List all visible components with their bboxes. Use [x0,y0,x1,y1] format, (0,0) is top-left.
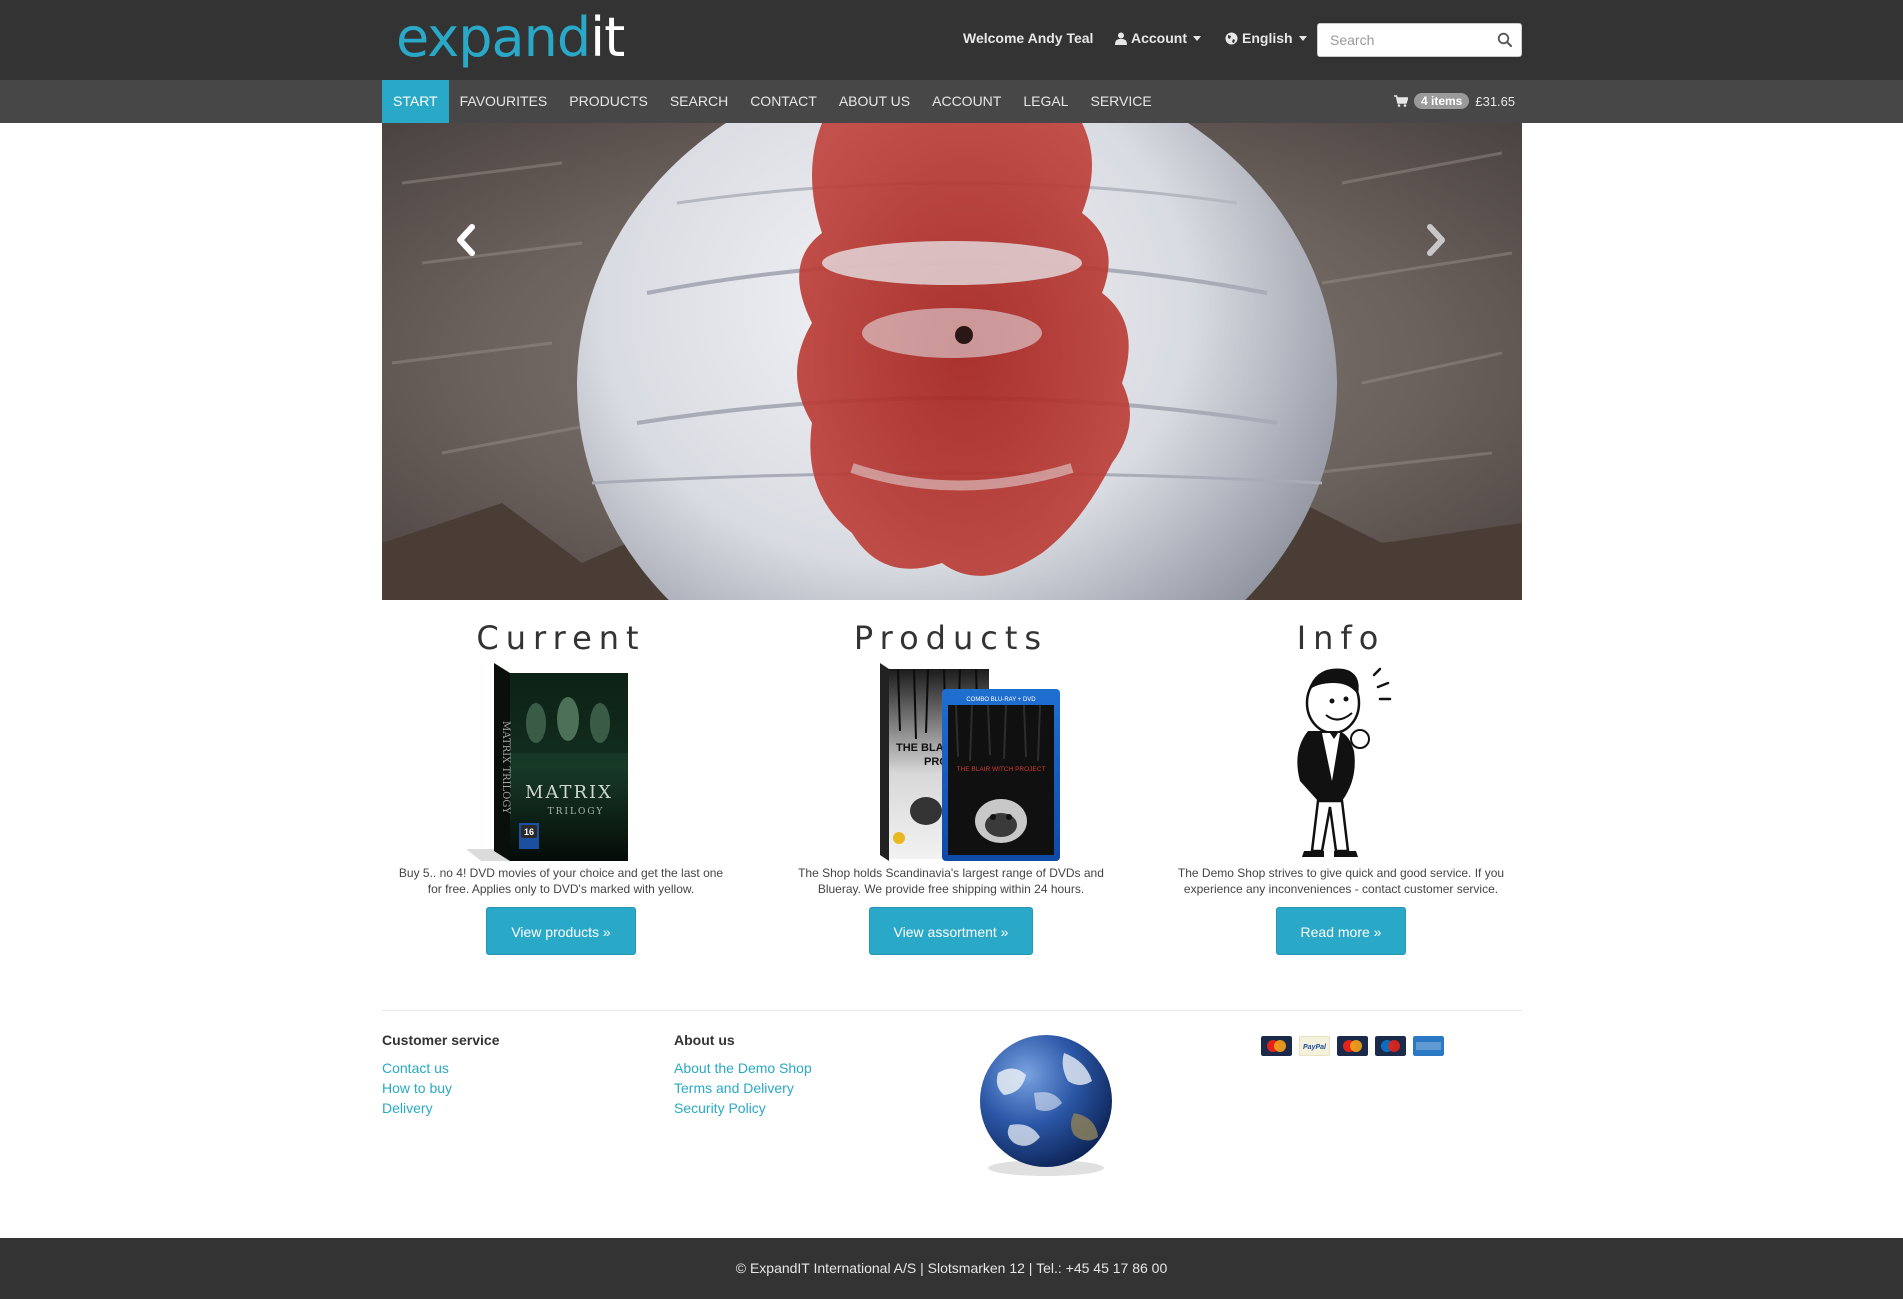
nav-item-products[interactable]: PRODUCTS [558,80,659,123]
nav-item-account[interactable]: ACCOUNT [921,80,1012,123]
language-dropdown[interactable]: English [1225,30,1307,46]
main-navbar: START FAVOURITES PRODUCTS SEARCH CONTACT… [0,80,1903,123]
search-icon[interactable] [1497,32,1513,48]
nav-item-service[interactable]: SERVICE [1080,80,1163,123]
svg-text:THE BLAI: THE BLAI [896,742,947,754]
dvd-box-art: MATRIX TRILOGY MATRIX TRILOGY 16 [466,663,628,871]
svg-text:MATRIX: MATRIX [525,782,613,803]
shopping-cart-icon [1394,95,1408,107]
customer-service-heading: Customer service [382,1032,500,1048]
about-us-column: About us About the Demo Shop Terms and D… [674,1032,812,1118]
cart-summary[interactable]: 4 items £31.65 [1394,93,1515,109]
hero-image [382,123,1522,600]
bottom-bar: © ExpandIT International A/S | Slotsmark… [0,1238,1903,1299]
feature-title: Products [853,619,1049,657]
cart-count-badge: 4 items [1414,93,1470,109]
feature-title: Current [476,619,646,657]
nav-item-legal[interactable]: LEGAL [1012,80,1079,123]
globe-image [980,1035,1112,1176]
main-nav: START FAVOURITES PRODUCTS SEARCH CONTACT… [382,80,1163,123]
american-express-icon [1413,1036,1444,1056]
view-assortment-button[interactable]: View assortment » [868,907,1034,955]
feature-title: Info [1296,619,1386,657]
svg-text:THE BLAIR WITCH PROJECT: THE BLAIR WITCH PROJECT [957,766,1046,773]
terms-and-delivery-link[interactable]: Terms and Delivery [674,1078,812,1098]
nav-item-start[interactable]: START [382,80,449,123]
account-dropdown[interactable]: Account [1115,30,1201,46]
top-header: expandit Welcome Andy Teal Account Engli… [0,0,1903,80]
svg-text:PayPal: PayPal [1303,1044,1327,1051]
carousel-prev-arrow[interactable] [446,215,486,265]
read-more-button[interactable]: Read more » [1275,907,1407,955]
language-label: English [1242,30,1293,46]
nav-item-about-us[interactable]: ABOUT US [828,80,921,123]
site-logo[interactable]: expandit [396,6,625,70]
mastercard-icon [1337,1036,1368,1056]
security-policy-link[interactable]: Security Policy [674,1098,812,1118]
blair-witch-dvd-image[interactable]: THE BLAI PROJ COMBO BLU-RAY + DVD THE BL… [776,661,1126,861]
search-input[interactable] [1318,24,1488,56]
mastercard-icon [1261,1036,1292,1056]
maestro-icon [1375,1036,1406,1056]
hero-carousel [382,123,1522,600]
svg-text:COMBO BLU-RAY + DVD: COMBO BLU-RAY + DVD [966,697,1036,703]
feature-current: Current MATRIX TRILOGY MATRIX TRILOGY 16 [386,615,736,955]
cart-total: £31.65 [1475,93,1516,109]
cartoon-man-image[interactable] [1166,661,1516,861]
chevron-down-icon [1298,35,1307,41]
about-us-heading: About us [674,1032,735,1048]
feature-description: The Shop holds Scandinavia's largest ran… [798,866,1104,896]
feature-description: The Demo Shop strives to give quick and … [1177,866,1505,896]
paypal-icon: PayPal [1299,1036,1330,1056]
how-to-buy-link[interactable]: How to buy [382,1078,500,1098]
svg-text:MATRIX TRILOGY: MATRIX TRILOGY [500,721,511,814]
dvd-box-art: THE BLAI PROJ COMBO BLU-RAY + DVD THE BL… [880,663,1060,861]
search-box [1317,23,1522,57]
payment-methods: PayPal [1261,1036,1444,1056]
svg-text:16: 16 [524,827,534,837]
account-label: Account [1131,30,1187,46]
nav-item-favourites[interactable]: FAVOURITES [449,80,559,123]
user-icon [1115,32,1127,45]
globe-icon [1225,32,1238,44]
welcome-text: Welcome Andy Teal [963,30,1094,46]
nav-item-search[interactable]: SEARCH [659,80,739,123]
delivery-link[interactable]: Delivery [382,1098,500,1118]
svg-text:TRILOGY: TRILOGY [548,807,605,817]
feature-description: Buy 5.. no 4! DVD movies of your choice … [398,866,724,896]
info-illustration [1297,667,1392,857]
copyright-text: © ExpandIT International A/S | Slotsmark… [735,1260,1168,1276]
feature-info: Info The Demo Shop strives to give quick… [1166,615,1516,955]
contact-us-link[interactable]: Contact us [382,1058,500,1078]
nav-item-contact[interactable]: CONTACT [739,80,828,123]
carousel-next-arrow[interactable] [1416,215,1456,265]
customer-service-column: Customer service Contact us How to buy D… [382,1032,500,1118]
view-products-button[interactable]: View products » [486,907,636,955]
about-demo-shop-link[interactable]: About the Demo Shop [674,1058,812,1078]
feature-products: Products THE BLAI PROJ COMBO BLU-RAY + D… [776,615,1126,955]
chevron-down-icon [1193,35,1201,41]
matrix-dvd-image[interactable]: MATRIX TRILOGY MATRIX TRILOGY 16 [386,661,736,871]
footer-divider [382,1010,1522,1011]
